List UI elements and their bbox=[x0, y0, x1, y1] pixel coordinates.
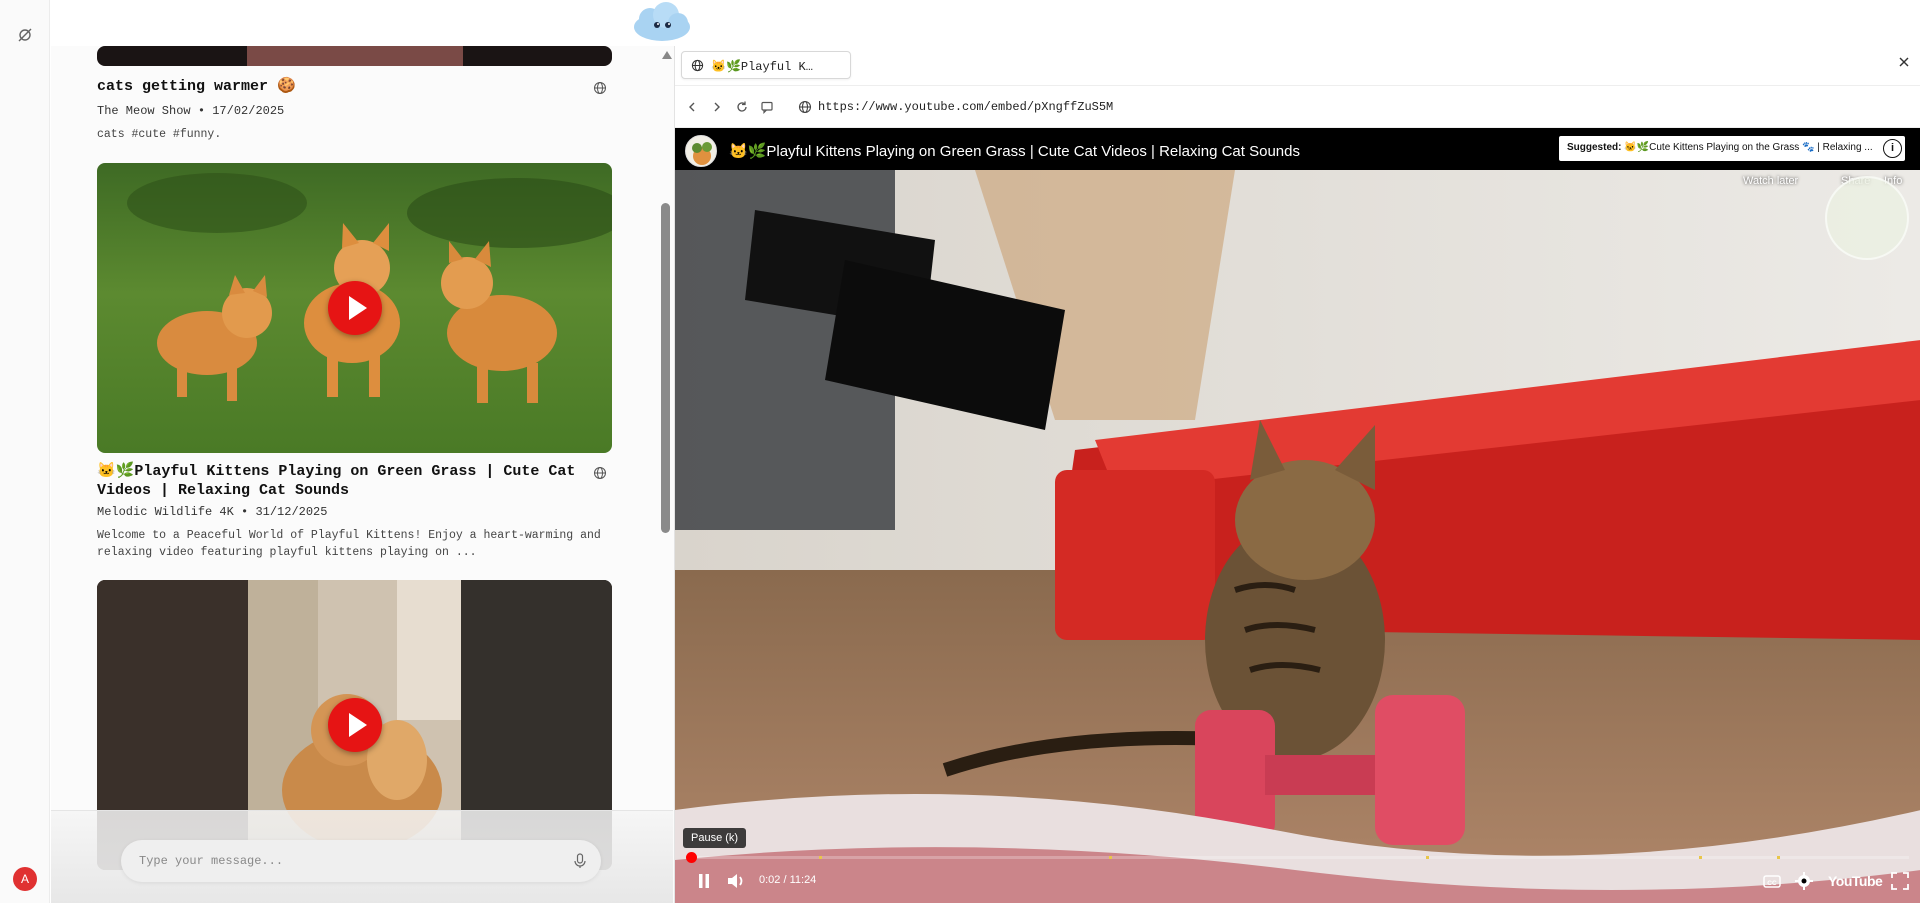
link-off-icon[interactable] bbox=[17, 27, 33, 43]
video-description: Welcome to a Peaceful World of Playful K… bbox=[97, 529, 601, 559]
tab-label: 🐱🌿Playful K… bbox=[711, 60, 813, 74]
channel-watermark bbox=[1825, 176, 1909, 260]
chapter-marker bbox=[1699, 856, 1702, 859]
video-title[interactable]: 🐱🌿Playful Kittens Playing on Green Grass… bbox=[97, 462, 587, 500]
player-controls: 0:02 / 11:24 CC YouTube bbox=[675, 862, 1920, 903]
cloud-mascot-icon bbox=[634, 2, 690, 41]
video-title[interactable]: cats getting warmer 🍪 bbox=[97, 77, 587, 96]
video-frame-image bbox=[675, 170, 1920, 903]
scroll-up-arrow-icon[interactable] bbox=[662, 51, 672, 59]
globe-icon bbox=[798, 100, 812, 114]
scrollbar-thumb[interactable] bbox=[661, 203, 670, 533]
microphone-icon[interactable] bbox=[573, 853, 587, 869]
publish-date: 31/12/2025 bbox=[255, 505, 328, 519]
globe-icon[interactable] bbox=[593, 81, 607, 95]
channel-name: The Meow Show bbox=[97, 104, 191, 118]
top-header bbox=[51, 0, 1920, 46]
current-time: 0:02 bbox=[759, 874, 781, 886]
browser-tab[interactable]: 🐱🌿Playful K… bbox=[681, 51, 851, 79]
video-meta: The Meow Show • 17/02/2025 bbox=[97, 104, 285, 118]
message-composer bbox=[121, 840, 601, 882]
address-bar: https://www.youtube.com/embed/pXngffZuS5… bbox=[675, 85, 1920, 128]
browser-panel: 🐱🌿Playful K… https://www.youtube.com/emb… bbox=[674, 46, 1920, 903]
captions-icon[interactable]: CC bbox=[1761, 870, 1783, 892]
channel-name: Melodic Wildlife 4K bbox=[97, 505, 234, 519]
duration: 11:24 bbox=[789, 874, 817, 886]
video-title[interactable]: 🐱🌿Playful Kittens Playing on Green Grass… bbox=[729, 142, 1300, 160]
url-field[interactable]: https://www.youtube.com/embed/pXngffZuS5… bbox=[818, 100, 1113, 114]
time-display: 0:02 / 11:24 bbox=[759, 874, 817, 886]
message-input[interactable] bbox=[139, 851, 559, 871]
close-icon[interactable] bbox=[1898, 56, 1910, 68]
pause-tooltip: Pause (k) bbox=[683, 828, 747, 848]
chapter-marker bbox=[1777, 856, 1780, 859]
chapter-marker bbox=[819, 856, 822, 859]
pause-icon[interactable] bbox=[693, 870, 715, 892]
video-meta: Melodic Wildlife 4K • 31/12/2025 bbox=[97, 505, 328, 519]
publish-date: 17/02/2025 bbox=[212, 104, 285, 118]
watch-later-button[interactable]: Watch later bbox=[1743, 175, 1798, 187]
volume-icon[interactable] bbox=[725, 870, 747, 892]
progress-bar[interactable] bbox=[686, 852, 1909, 863]
feed-scrollbar[interactable] bbox=[659, 46, 673, 857]
chapter-marker bbox=[1109, 856, 1112, 859]
video-thumbnail[interactable] bbox=[97, 163, 612, 453]
player-header: 🐱🌿Playful Kittens Playing on Green Grass… bbox=[675, 128, 1920, 170]
fullscreen-icon[interactable] bbox=[1889, 870, 1911, 892]
settings-gear-icon[interactable] bbox=[1793, 870, 1815, 892]
channel-logo-image bbox=[692, 142, 712, 165]
suggested-title: 🐱🌿Cute Kittens Playing on the Grass 🐾 | … bbox=[1624, 142, 1873, 153]
chapter-marker bbox=[1426, 856, 1429, 859]
back-icon[interactable] bbox=[685, 100, 699, 114]
forward-icon[interactable] bbox=[710, 100, 724, 114]
globe-icon bbox=[691, 59, 704, 72]
left-rail: A bbox=[0, 0, 50, 903]
user-avatar[interactable]: A bbox=[13, 867, 37, 891]
video-thumbnail[interactable] bbox=[97, 46, 612, 66]
comment-icon[interactable] bbox=[760, 100, 774, 114]
suggested-video-card[interactable]: Suggested: 🐱🌿Cute Kittens Playing on the… bbox=[1559, 136, 1905, 161]
reload-icon[interactable] bbox=[735, 100, 749, 114]
channel-logo[interactable] bbox=[685, 135, 717, 167]
video-player[interactable]: 🐱🌿Playful Kittens Playing on Green Grass… bbox=[675, 128, 1920, 903]
video-feed: cats getting warmer 🍪 The Meow Show • 17… bbox=[51, 46, 674, 903]
play-button-icon[interactable] bbox=[327, 698, 382, 752]
video-description: cats #cute #funny. bbox=[97, 128, 222, 141]
svg-text:CC: CC bbox=[1767, 880, 1777, 887]
globe-icon[interactable] bbox=[593, 466, 607, 480]
info-icon[interactable]: i bbox=[1883, 139, 1902, 158]
youtube-logo[interactable]: YouTube bbox=[1828, 873, 1883, 889]
play-button-icon[interactable] bbox=[327, 281, 382, 335]
